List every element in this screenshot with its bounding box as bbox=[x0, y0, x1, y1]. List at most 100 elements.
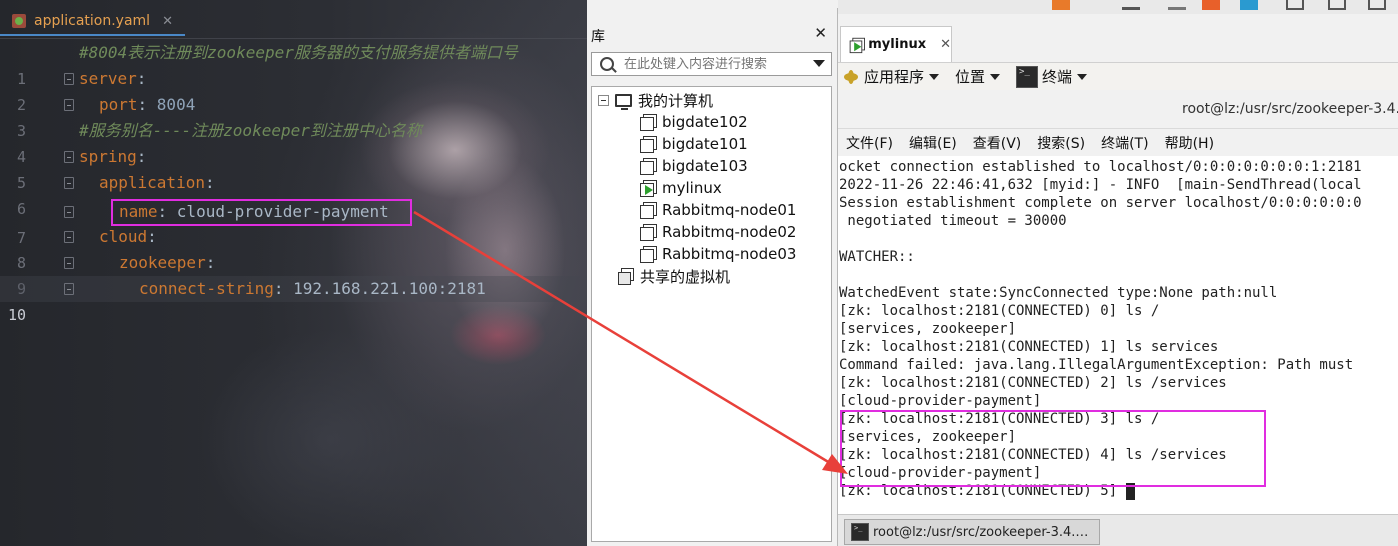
gnome-terminal-menu[interactable]: >_ 终端 bbox=[1016, 65, 1088, 88]
yaml-separator: : bbox=[137, 95, 157, 114]
tree-item-my-computer[interactable]: 我的计算机 bbox=[598, 89, 713, 111]
tree-item-vm[interactable]: bigdate101 bbox=[640, 133, 748, 155]
yaml-file-icon bbox=[12, 14, 26, 28]
chevron-down-icon[interactable] bbox=[813, 60, 825, 67]
snapshot-icon[interactable] bbox=[1168, 0, 1186, 10]
fold-icon[interactable] bbox=[64, 231, 74, 243]
chevron-down-icon bbox=[929, 73, 940, 80]
tree-item-vm[interactable]: Rabbitmq-node03 bbox=[640, 243, 796, 265]
taskbar-terminal-item[interactable]: >_ root@lz:/usr/src/zookeeper-3.4.… bbox=[844, 519, 1100, 545]
tree-item-vm[interactable]: Rabbitmq-node01 bbox=[640, 199, 796, 221]
terminal-title-bar[interactable]: root@lz:/usr/src/zookeeper-3.4. bbox=[838, 92, 1398, 126]
collapse-icon[interactable] bbox=[598, 94, 609, 106]
taskbar-item-label: root@lz:/usr/src/zookeeper-3.4.… bbox=[873, 524, 1089, 540]
tree-item-vm[interactable]: bigdate103 bbox=[640, 155, 748, 177]
library-search[interactable] bbox=[591, 52, 832, 76]
vm-icon bbox=[640, 202, 657, 219]
tree-item-label: Rabbitmq-node01 bbox=[662, 201, 797, 219]
terminal-line: Session establishment complete on server… bbox=[839, 195, 1362, 211]
yaml-separator: : bbox=[204, 173, 215, 192]
yaml-comment: #8004表示注册到zookeeper服务器的支付服务提供者端口号 bbox=[79, 43, 518, 62]
view-icon[interactable] bbox=[1286, 0, 1304, 10]
gnome-places-menu[interactable]: 位置 bbox=[955, 66, 1001, 87]
yaml-comment: #服务别名----注册zookeeper到注册中心名称 bbox=[79, 121, 422, 140]
tree-item-label: Rabbitmq-node03 bbox=[662, 245, 797, 263]
code-editor: application.yaml ✕ 1 #8004表示注册到zookeeper… bbox=[0, 0, 587, 546]
fold-icon[interactable] bbox=[64, 206, 74, 218]
terminal-window-title: root@lz:/usr/src/zookeeper-3.4. bbox=[1182, 101, 1398, 117]
terminal-line: 2022-11-26 22:46:41,632 [myid:] - INFO [… bbox=[839, 177, 1362, 193]
gnome-menu-label: 应用程序 bbox=[864, 68, 925, 86]
menu-strip bbox=[587, 0, 838, 8]
code-line[interactable]: 9 zookeeper: bbox=[0, 250, 587, 298]
vm-console: mylinux ✕ 应用程序 位置 >_ 终端 root@lz:/usr/src… bbox=[838, 0, 1398, 546]
menu-search[interactable]: 搜索(S) bbox=[1037, 133, 1085, 153]
yaml-key: connect-string bbox=[139, 279, 274, 298]
terminal-menu-bar: 文件(F) 编辑(E) 查看(V) 搜索(S) 终端(T) 帮助(H) bbox=[838, 128, 1398, 156]
vm-icon bbox=[640, 158, 657, 175]
yaml-separator: : bbox=[136, 69, 147, 88]
code-line[interactable]: 6 application: bbox=[0, 170, 587, 218]
yaml-value: 8004 bbox=[156, 95, 196, 114]
tree-item-shared-vms[interactable]: 共享的虚拟机 bbox=[618, 265, 730, 287]
foot-icon bbox=[844, 69, 858, 84]
terminal-line: ocket connection established to localhos… bbox=[839, 159, 1362, 175]
vm-icon bbox=[640, 246, 657, 263]
vm-icon bbox=[640, 114, 657, 131]
yaml-separator: : bbox=[147, 227, 157, 246]
library-title: 库 bbox=[591, 29, 605, 45]
close-icon[interactable]: ✕ bbox=[162, 14, 173, 29]
terminal-output[interactable]: ocket connection established to localhos… bbox=[838, 156, 1398, 514]
pause-icon[interactable] bbox=[1052, 0, 1070, 10]
code-line[interactable]: 5 spring: bbox=[0, 144, 587, 192]
editor-tab-application-yaml[interactable]: application.yaml ✕ bbox=[0, 8, 185, 36]
menu-view[interactable]: 查看(V) bbox=[973, 133, 1022, 153]
fullscreen-icon[interactable] bbox=[1328, 0, 1346, 10]
tree-item-label: 共享的虚拟机 bbox=[640, 267, 731, 286]
tree-item-vm[interactable]: Rabbitmq-node02 bbox=[640, 221, 796, 243]
tree-item-vm-running[interactable]: mylinux bbox=[640, 177, 722, 199]
code-line[interactable]: 2 server: bbox=[0, 66, 587, 114]
tree-item-vm[interactable]: bigdate102 bbox=[640, 111, 748, 133]
editor-tab-title: application.yaml bbox=[34, 13, 151, 29]
code-line[interactable]: 3 port: 8004 bbox=[0, 92, 587, 140]
send-keys-icon[interactable] bbox=[1122, 0, 1140, 10]
revert-icon[interactable] bbox=[1202, 0, 1220, 10]
yaml-key: application bbox=[99, 173, 205, 192]
vm-tab-mylinux[interactable]: mylinux ✕ bbox=[840, 26, 952, 62]
tree-item-label: bigdate103 bbox=[662, 157, 748, 175]
code-line-current[interactable]: 10 connect-string: 192.168.221.100:2181 bbox=[0, 276, 587, 324]
chevron-down-icon bbox=[1077, 73, 1088, 80]
menu-edit[interactable]: 编辑(E) bbox=[909, 133, 957, 153]
unity-icon[interactable] bbox=[1368, 0, 1386, 10]
search-input[interactable] bbox=[624, 56, 804, 72]
fold-icon[interactable] bbox=[64, 257, 74, 269]
fold-icon[interactable] bbox=[64, 177, 74, 189]
fold-icon[interactable] bbox=[64, 99, 74, 111]
close-icon[interactable]: ✕ bbox=[814, 24, 827, 42]
terminal-line: [cloud-provider-payment] bbox=[839, 393, 1042, 409]
fold-icon[interactable] bbox=[64, 283, 74, 295]
taskbar: >_ root@lz:/usr/src/zookeeper-3.4.… bbox=[838, 514, 1398, 546]
gnome-menu-label: 位置 bbox=[955, 68, 986, 86]
menu-help[interactable]: 帮助(H) bbox=[1165, 133, 1214, 153]
gnome-top-bar: 应用程序 位置 >_ 终端 bbox=[838, 62, 1398, 90]
search-icon bbox=[600, 57, 614, 71]
close-icon[interactable]: ✕ bbox=[940, 37, 951, 52]
yaml-key: cloud bbox=[99, 227, 148, 246]
gnome-applications-menu[interactable]: 应用程序 bbox=[838, 66, 940, 87]
terminal-line: Command failed: java.lang.IllegalArgumen… bbox=[839, 357, 1354, 373]
code-line[interactable]: 1 #8004表示注册到zookeeper服务器的支付服务提供者端口号 bbox=[0, 40, 587, 88]
fold-icon[interactable] bbox=[64, 73, 74, 85]
yaml-key: spring bbox=[79, 147, 137, 166]
menu-terminal[interactable]: 终端(T) bbox=[1101, 133, 1148, 153]
tree-item-label: Rabbitmq-node02 bbox=[662, 223, 797, 241]
shared-vm-icon bbox=[618, 268, 634, 285]
manage-snapshots-icon[interactable] bbox=[1240, 0, 1258, 10]
terminal-line: WatchedEvent state:SyncConnected type:No… bbox=[839, 285, 1278, 301]
code-line[interactable]: 8 cloud: bbox=[0, 224, 587, 272]
code-line[interactable]: 4 #服务别名----注册zookeeper到注册中心名称 bbox=[0, 118, 587, 166]
fold-icon[interactable] bbox=[64, 151, 74, 163]
yaml-key: zookeeper bbox=[119, 253, 206, 272]
menu-file[interactable]: 文件(F) bbox=[846, 133, 893, 153]
